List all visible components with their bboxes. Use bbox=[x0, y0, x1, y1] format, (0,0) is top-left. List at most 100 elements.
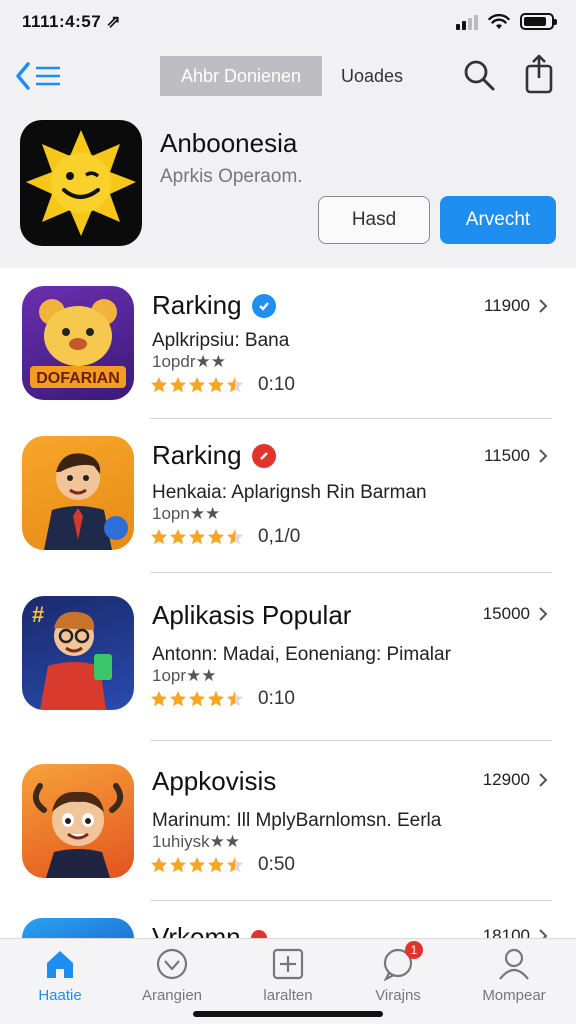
star-icon bbox=[151, 691, 167, 707]
star-icon bbox=[189, 377, 205, 393]
plus-square-icon bbox=[272, 948, 304, 980]
chevron-right-icon bbox=[539, 299, 548, 313]
list-item[interactable]: Rarking Henkaia: Aplarignsh Rin Barman 1… bbox=[0, 420, 576, 574]
star-icon bbox=[227, 857, 243, 873]
secondary-button[interactable]: Hasd bbox=[318, 196, 430, 244]
app-description: Marinum: Ill MplyBarnlomsn. Eerla bbox=[152, 810, 442, 831]
featured-app-icon[interactable] bbox=[20, 120, 142, 246]
character-icon bbox=[32, 783, 124, 878]
tab-label: Mompear bbox=[482, 987, 546, 1004]
list-item[interactable]: # Aplikasis Popular Antonn: Madai, Eonen… bbox=[0, 574, 576, 741]
app-size-text: 15000 bbox=[482, 604, 530, 623]
star-icon bbox=[170, 377, 186, 393]
tab-arangien[interactable]: Arangien bbox=[122, 947, 222, 1011]
verified-check-icon bbox=[251, 293, 276, 318]
app-title-text: Aplikasis Popular bbox=[152, 600, 352, 630]
rating-row: 0,1/0 bbox=[150, 526, 300, 548]
app-size: 12900 bbox=[483, 770, 548, 790]
app-description: Aplkripsiu: Bana bbox=[152, 330, 290, 351]
notification-badge: 1 bbox=[405, 941, 423, 959]
back-list-icon[interactable] bbox=[14, 58, 66, 94]
app-title: Aplikasis Popular bbox=[152, 600, 351, 631]
segment-uoades[interactable]: Uoades bbox=[322, 56, 422, 96]
star-icon bbox=[227, 691, 243, 707]
star-rating bbox=[150, 376, 244, 394]
rating-value: 0,1/0 bbox=[258, 526, 301, 547]
chevron-right-icon bbox=[539, 449, 548, 463]
tab-label: Haatie bbox=[38, 987, 82, 1004]
app-icon-bear: DOFARIAN bbox=[22, 286, 134, 400]
rating-value: 0:10 bbox=[258, 374, 295, 395]
tab-home[interactable]: Haatie bbox=[10, 947, 110, 1011]
star-icon bbox=[170, 857, 186, 873]
app-size-text: 11900 bbox=[483, 296, 530, 315]
list-item[interactable]: DOFARIAN Rarking Aplkripsiu: Bana 1opdr★… bbox=[0, 268, 576, 420]
segmented-control: Ahbr Donienen Uoades bbox=[160, 56, 422, 96]
tab-mompear[interactable]: Mompear bbox=[464, 947, 564, 1011]
person-icon bbox=[499, 948, 529, 980]
star-icon bbox=[208, 857, 224, 873]
gamer-icon: # bbox=[32, 602, 112, 710]
app-rating-count: 1opr★★ bbox=[152, 666, 217, 685]
app-rating-count: 1opn★★ bbox=[152, 504, 221, 523]
app-title-text: Appkovisis bbox=[152, 766, 277, 796]
primary-button[interactable]: Arvecht bbox=[440, 196, 556, 244]
app-title-text: Rarking bbox=[152, 440, 242, 470]
star-icon bbox=[151, 857, 167, 873]
segment-ahbr-donienen[interactable]: Ahbr Donienen bbox=[160, 56, 322, 96]
search-icon[interactable] bbox=[462, 58, 496, 92]
app-size-text: 12900 bbox=[482, 770, 530, 789]
app-description: Antonn: Madai, Eoneniang: Pimalar bbox=[152, 644, 451, 665]
divider bbox=[150, 572, 552, 573]
nav-bar: Ahbr Donienen Uoades bbox=[0, 46, 576, 108]
app-description: Henkaia: Aplarignsh Rin Barman bbox=[152, 482, 427, 503]
app-size: 15000 bbox=[483, 604, 548, 624]
star-rating bbox=[150, 856, 244, 874]
star-icon bbox=[151, 529, 167, 545]
wifi-icon bbox=[488, 13, 510, 29]
svg-text:DOFARIAN: DOFARIAN bbox=[36, 370, 120, 387]
app-size-text: 11500 bbox=[483, 446, 530, 465]
star-icon bbox=[227, 529, 243, 545]
heart-shield-icon bbox=[156, 948, 188, 980]
tab-label: Arangien bbox=[141, 987, 203, 1004]
battery-icon bbox=[520, 13, 557, 30]
app-icon-businessman bbox=[22, 436, 134, 550]
tab-virajns[interactable]: 1 Virajns bbox=[348, 941, 448, 1011]
app-rating-count: 1uhiysk★★ bbox=[152, 832, 241, 851]
app-title: Appkovisis bbox=[152, 766, 276, 797]
svg-text:#: # bbox=[32, 602, 44, 627]
app-size: 11900 bbox=[484, 296, 548, 316]
app-title: Rarking bbox=[152, 290, 276, 321]
bear-icon: DOFARIAN bbox=[30, 299, 126, 388]
app-size: 11500 bbox=[484, 446, 548, 466]
star-icon bbox=[170, 529, 186, 545]
status-icons bbox=[456, 13, 557, 30]
home-icon bbox=[47, 951, 73, 978]
app-title-text: Rarking bbox=[152, 290, 242, 320]
star-icon bbox=[151, 377, 167, 393]
featured-app-card: Anboonesia Aprkis Operaom. Hasd Arvecht bbox=[0, 108, 576, 268]
star-rating bbox=[150, 690, 244, 708]
featured-app-title: Anboonesia bbox=[160, 128, 298, 158]
tab-label: Virajns bbox=[375, 987, 421, 1004]
status-bar: 1111:4:57 ⇗ bbox=[0, 0, 576, 46]
featured-app-subtitle: Aprkis Operaom. bbox=[160, 166, 303, 187]
tab-laralten[interactable]: laralten bbox=[238, 947, 338, 1011]
star-icon bbox=[170, 691, 186, 707]
list-item[interactable]: Appkovisis Marinum: Ill MplyBarnlomsn. E… bbox=[0, 740, 576, 901]
sun-face-icon bbox=[26, 130, 136, 236]
app-rating-count: 1opdr★★ bbox=[152, 352, 226, 371]
rating-row: 0:10 bbox=[150, 688, 295, 710]
divider bbox=[150, 418, 552, 419]
share-icon[interactable] bbox=[522, 54, 556, 94]
app-title: Rarking bbox=[152, 440, 276, 471]
cellular-signal-icon bbox=[456, 14, 478, 30]
app-icon-gamer: # bbox=[22, 596, 134, 710]
star-icon bbox=[208, 529, 224, 545]
list-item[interactable]: Vrkomn 18100 bbox=[0, 900, 576, 958]
rating-row: 0:50 bbox=[150, 854, 295, 876]
red-alert-icon bbox=[251, 443, 276, 468]
star-icon bbox=[227, 377, 243, 393]
chevron-right-icon bbox=[539, 773, 548, 787]
